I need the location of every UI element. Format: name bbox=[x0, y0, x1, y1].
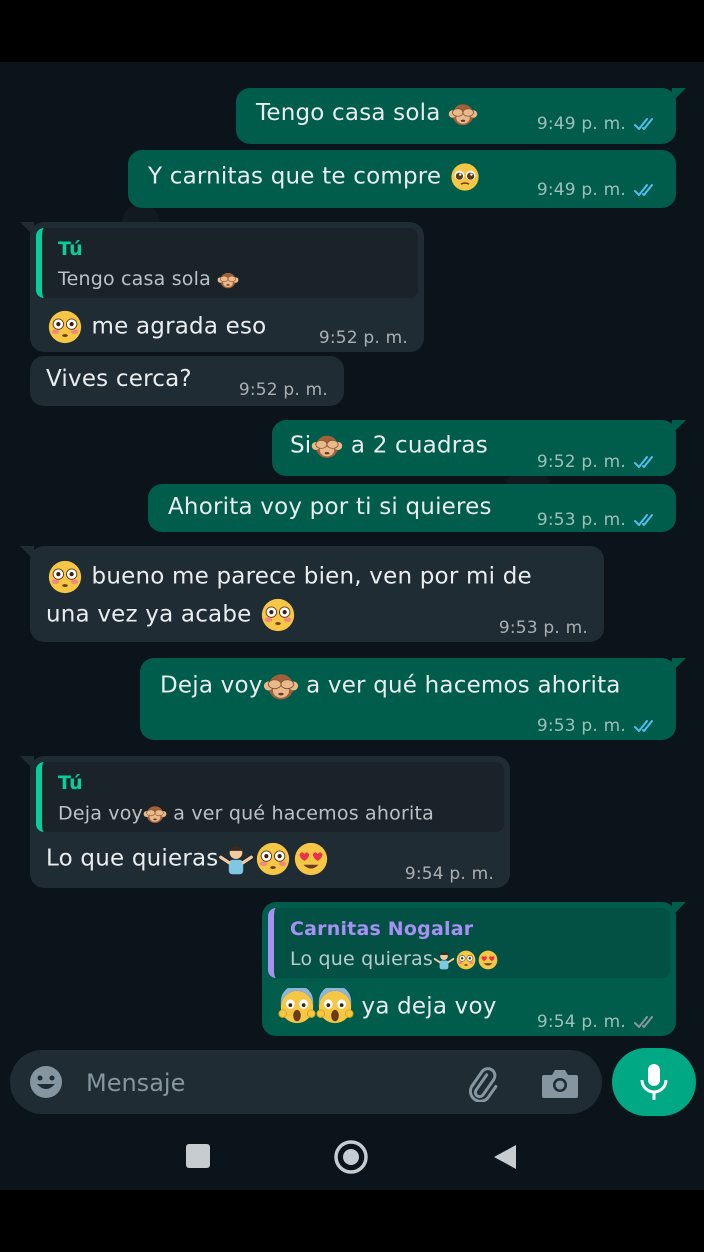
flushed-face-icon bbox=[259, 596, 297, 634]
message-incoming[interactable]: Vives cerca? 9:52 p. m. bbox=[30, 356, 344, 406]
microphone-icon bbox=[640, 1064, 668, 1100]
message-time: 9:52 p. m. bbox=[536, 452, 626, 472]
phone-screen: Tengo casa sola 9:49 p. m. Y carnitas qu… bbox=[0, 0, 704, 1252]
flushed-face-icon bbox=[46, 558, 84, 596]
see-no-evil-monkey-icon bbox=[311, 430, 343, 462]
shrug-icon bbox=[218, 841, 254, 877]
flushed-face-icon bbox=[254, 840, 292, 878]
read-ticks-icon bbox=[634, 454, 660, 470]
back-button[interactable] bbox=[490, 1142, 520, 1172]
pleading-face-icon bbox=[449, 161, 481, 193]
message-outgoing[interactable]: Y carnitas que te compre 9:49 p. m. bbox=[128, 150, 676, 208]
heart-eyes-icon bbox=[477, 949, 499, 971]
message-time: 9:49 p. m. bbox=[536, 114, 626, 134]
message-text-prefix: Deja voy bbox=[160, 672, 263, 699]
message-composer bbox=[10, 1050, 602, 1114]
message-text-line-2: una vez ya acabe bbox=[46, 601, 252, 628]
delivered-ticks-icon bbox=[634, 1014, 660, 1030]
read-ticks-icon bbox=[634, 718, 660, 734]
quoted-author: Carnitas Nogalar bbox=[290, 918, 474, 940]
screaming-face-icon bbox=[278, 988, 316, 1026]
message-text: ya deja voy bbox=[361, 993, 497, 1020]
quoted-author: Tú bbox=[58, 238, 83, 260]
android-nav-bar bbox=[0, 1130, 704, 1190]
home-button[interactable] bbox=[332, 1138, 370, 1176]
message-time: 9:52 p. m. bbox=[238, 380, 328, 400]
see-no-evil-monkey-icon bbox=[217, 269, 239, 291]
message-time: 9:54 p. m. bbox=[404, 864, 494, 884]
chat-area[interactable]: Tengo casa sola 9:49 p. m. Y carnitas qu… bbox=[0, 62, 704, 1130]
message-text: Lo que quieras bbox=[46, 845, 219, 872]
message-outgoing-reply[interactable]: Carnitas Nogalar Lo que quieras ya deja … bbox=[262, 902, 686, 1036]
see-no-evil-monkey-icon bbox=[263, 668, 299, 704]
see-no-evil-monkey-icon bbox=[448, 99, 478, 129]
message-text: a 2 cuadras bbox=[350, 432, 488, 459]
screaming-face-icon bbox=[316, 988, 354, 1026]
message-text: Y carnitas que te compre bbox=[148, 163, 442, 190]
quoted-text-prefix: Deja voy bbox=[58, 802, 143, 825]
quoted-message[interactable]: Tú Deja voy a ver qué hacemos ahorita bbox=[36, 762, 504, 832]
status-bar bbox=[0, 0, 704, 62]
quoted-text: a ver qué hacemos ahorita bbox=[173, 802, 434, 825]
message-text: me agrada eso bbox=[91, 313, 267, 340]
message-input[interactable] bbox=[84, 1060, 448, 1106]
message-time: 9:52 p. m. bbox=[318, 328, 408, 348]
message-text-prefix: Si bbox=[290, 432, 312, 459]
shrug-icon bbox=[433, 949, 455, 971]
quoted-text: Tengo casa sola bbox=[58, 268, 211, 290]
read-ticks-icon bbox=[634, 116, 660, 132]
emoji-icon[interactable] bbox=[28, 1064, 64, 1100]
message-incoming-reply[interactable]: Tú Tengo casa sola me agrada eso 9:52 p.… bbox=[20, 222, 424, 352]
bottom-bezel bbox=[0, 1190, 704, 1252]
message-outgoing[interactable]: Ahorita voy por ti si quieres 9:53 p. m. bbox=[148, 484, 676, 532]
quoted-message[interactable]: Tú Tengo casa sola bbox=[36, 228, 418, 298]
message-time: 9:53 p. m. bbox=[498, 618, 588, 638]
message-incoming-reply[interactable]: Tú Deja voy a ver qué hacemos ahorita Lo… bbox=[20, 756, 510, 888]
quoted-text: Lo que quieras bbox=[290, 948, 433, 970]
recents-button[interactable] bbox=[186, 1144, 210, 1168]
quoted-author: Tú bbox=[58, 772, 83, 794]
message-time: 9:54 p. m. bbox=[536, 1012, 626, 1032]
read-ticks-icon bbox=[634, 512, 660, 528]
message-outgoing[interactable]: Deja voy a ver qué hacemos ahorita 9:53 … bbox=[140, 658, 686, 740]
message-text: Vives cerca? bbox=[46, 366, 192, 392]
see-no-evil-monkey-icon bbox=[143, 802, 167, 826]
paperclip-icon[interactable] bbox=[462, 1064, 500, 1102]
message-time: 9:53 p. m. bbox=[536, 510, 626, 530]
read-ticks-icon bbox=[634, 182, 660, 198]
message-outgoing[interactable]: Si a 2 cuadras 9:52 p. m. bbox=[272, 420, 686, 476]
quoted-message[interactable]: Carnitas Nogalar Lo que quieras bbox=[268, 908, 670, 978]
camera-icon[interactable] bbox=[540, 1064, 580, 1102]
message-text: Ahorita voy por ti si quieres bbox=[168, 494, 492, 520]
message-text: a ver qué hacemos ahorita bbox=[306, 672, 621, 699]
message-time: 9:53 p. m. bbox=[536, 716, 626, 736]
flushed-face-icon bbox=[455, 949, 477, 971]
message-text: Tengo casa sola bbox=[256, 100, 441, 126]
message-time: 9:49 p. m. bbox=[536, 180, 626, 200]
microphone-button[interactable] bbox=[612, 1048, 696, 1116]
message-incoming[interactable]: bueno me parece bien, ven por mi de una … bbox=[20, 546, 604, 642]
flushed-face-icon bbox=[46, 308, 84, 346]
heart-eyes-icon bbox=[292, 840, 330, 878]
message-outgoing[interactable]: Tengo casa sola 9:49 p. m. bbox=[236, 88, 686, 144]
message-text-line-1: bueno me parece bien, ven por mi de bbox=[91, 563, 532, 590]
